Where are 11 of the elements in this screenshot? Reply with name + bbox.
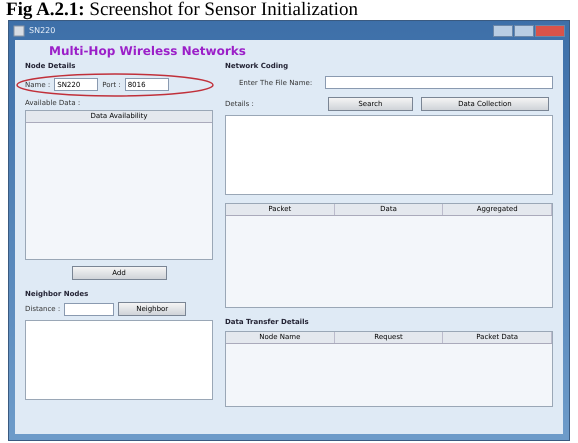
- maximize-button[interactable]: [514, 24, 534, 36]
- close-button[interactable]: [535, 24, 565, 36]
- figure-caption: Fig A.2.1: Screenshot for Sensor Initialization: [5, 0, 359, 20]
- minimize-button[interactable]: [493, 24, 513, 36]
- window-icon: [13, 24, 25, 36]
- distance-field[interactable]: [64, 302, 114, 316]
- file-name-field[interactable]: [325, 76, 553, 89]
- app-heading: Multi-Hop Wireless Networks: [48, 44, 247, 60]
- window-title: SN220: [29, 26, 56, 35]
- details-box[interactable]: [225, 115, 553, 195]
- neighbor-list[interactable]: [25, 320, 213, 400]
